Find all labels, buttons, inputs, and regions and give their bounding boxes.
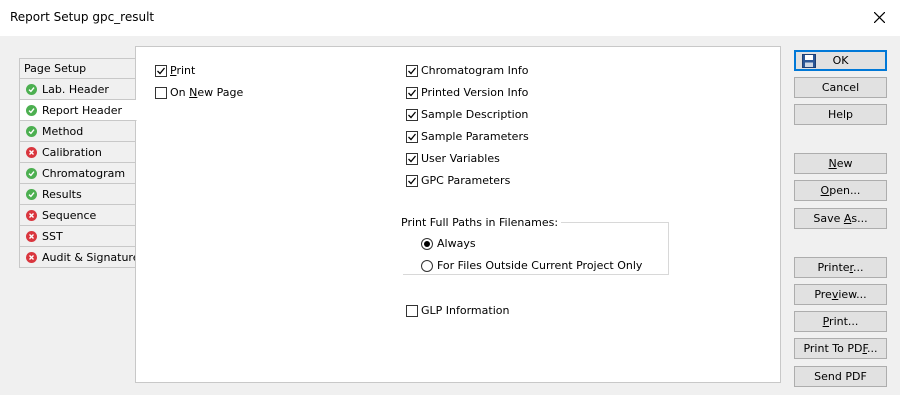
window-title: Report Setup gpc_result [10, 10, 155, 24]
tab-lab-header[interactable]: Lab. Header [19, 79, 136, 100]
checkbox-checked[interactable] [406, 152, 418, 165]
preview-label: Preview... [814, 288, 867, 301]
radio-label: For Files Outside Current Project Only [437, 259, 643, 272]
checkmark-icon [408, 111, 417, 118]
tab-label: Chromatogram [42, 166, 126, 180]
ok-button[interactable]: OK [794, 50, 887, 71]
send-pdf-button[interactable]: Send PDF [794, 366, 887, 387]
send-pdf-label: Send PDF [814, 370, 867, 383]
checkmark-icon [157, 67, 166, 74]
user-variables-checkbox[interactable]: User Variables [406, 152, 500, 165]
status-ok-icon [26, 83, 37, 95]
checkbox-checked[interactable] [406, 130, 418, 143]
status-ok-icon [26, 104, 37, 116]
ok-label: OK [832, 54, 849, 67]
sample-parameters-checkbox[interactable]: Sample Parameters [406, 130, 529, 143]
checkbox-label: Sample Description [421, 108, 529, 121]
checkbox-unchecked[interactable] [406, 304, 418, 317]
glp-information-checkbox[interactable]: GLP Information [406, 304, 509, 317]
new-button[interactable]: New [794, 153, 887, 174]
status-ok-icon [26, 125, 37, 137]
tab-calibration[interactable]: Calibration [19, 142, 136, 163]
radio-selected[interactable] [421, 237, 433, 250]
checkmark-icon [408, 133, 417, 140]
help-label: Help [827, 108, 854, 121]
on-new-page-label: On New Page [170, 86, 244, 99]
checkbox-checked[interactable] [406, 108, 418, 121]
radio-unselected[interactable] [421, 259, 433, 272]
cancel-button[interactable]: Cancel [794, 77, 887, 98]
checkmark-icon [408, 89, 417, 96]
status-error-icon [26, 209, 37, 221]
outside-project-radio[interactable]: For Files Outside Current Project Only [421, 259, 642, 272]
tab-audit-signatures[interactable]: Audit & Signatures [19, 247, 145, 268]
checkbox-unchecked[interactable] [155, 86, 167, 99]
checkmark-icon [408, 177, 417, 184]
status-error-icon [26, 146, 37, 158]
tab-label: Lab. Header [42, 82, 109, 96]
open-button[interactable]: Open... [794, 180, 887, 201]
checkmark-icon [408, 67, 417, 74]
checkbox-checked[interactable] [406, 64, 418, 77]
tab-method[interactable]: Method [19, 121, 136, 142]
new-label: New [828, 157, 853, 170]
printer-button[interactable]: Printer... [794, 257, 887, 278]
print-to-pdf-label: Print To PDF... [803, 342, 878, 355]
status-error-icon [26, 230, 37, 242]
report-header-panel: Print On New Page Chromatogram Info Prin… [135, 46, 781, 383]
checkmark-icon [408, 155, 417, 162]
save-as-button[interactable]: Save As... [794, 208, 887, 229]
tab-page-setup[interactable]: Page Setup [19, 58, 136, 79]
tab-label: Audit & Signatures [42, 250, 146, 264]
tab-label: Results [42, 187, 82, 201]
checkbox-label: User Variables [421, 152, 500, 165]
checkbox-label: Printed Version Info [421, 86, 529, 99]
tab-label: Sequence [42, 208, 97, 222]
title-bar: Report Setup gpc_result [0, 0, 900, 36]
tab-label: SST [42, 229, 63, 243]
always-radio[interactable]: Always [421, 237, 476, 250]
printed-version-info-checkbox[interactable]: Printed Version Info [406, 86, 528, 99]
tab-sequence[interactable]: Sequence [19, 205, 136, 226]
print-checkbox[interactable]: Print [155, 64, 195, 77]
tab-report-header[interactable]: Report Header [19, 100, 137, 121]
sample-description-checkbox[interactable]: Sample Description [406, 108, 528, 121]
print-label: Print [170, 64, 196, 77]
open-label: Open... [820, 184, 861, 197]
tab-list: Page Setup Lab. Header Report Header Met… [19, 58, 145, 268]
checkbox-checked[interactable] [155, 64, 167, 77]
status-error-icon [26, 251, 37, 263]
status-ok-icon [26, 188, 37, 200]
checkbox-label: GPC Parameters [421, 174, 511, 187]
tab-label: Report Header [42, 103, 123, 117]
print-button-label: Print... [822, 315, 859, 328]
checkbox-label: Chromatogram Info [421, 64, 529, 77]
preview-button[interactable]: Preview... [794, 284, 887, 305]
cancel-label: Cancel [821, 81, 860, 94]
save-floppy-icon [802, 54, 816, 68]
printer-label: Printer... [817, 261, 864, 274]
on-new-page-checkbox[interactable]: On New Page [155, 86, 243, 99]
checkbox-label: GLP Information [421, 304, 510, 317]
radio-label: Always [437, 237, 476, 250]
print-button[interactable]: Print... [794, 311, 887, 332]
tab-results[interactable]: Results [19, 184, 136, 205]
tab-label: Page Setup [24, 62, 87, 75]
close-button[interactable] [860, 0, 900, 36]
tab-label: Method [42, 124, 84, 138]
help-button[interactable]: Help [794, 104, 887, 125]
gpc-parameters-checkbox[interactable]: GPC Parameters [406, 174, 510, 187]
print-full-paths-label: Print Full Paths in Filenames: [401, 216, 562, 229]
close-icon [874, 12, 885, 23]
chromatogram-info-checkbox[interactable]: Chromatogram Info [406, 64, 528, 77]
checkbox-checked[interactable] [406, 86, 418, 99]
checkbox-label: Sample Parameters [421, 130, 529, 143]
checkbox-checked[interactable] [406, 174, 418, 187]
save-as-label: Save As... [813, 212, 868, 225]
status-ok-icon [26, 167, 37, 179]
print-to-pdf-button[interactable]: Print To PDF... [794, 338, 887, 359]
tab-label: Calibration [42, 145, 102, 159]
tab-chromatogram[interactable]: Chromatogram [19, 163, 136, 184]
tab-sst[interactable]: SST [19, 226, 136, 247]
